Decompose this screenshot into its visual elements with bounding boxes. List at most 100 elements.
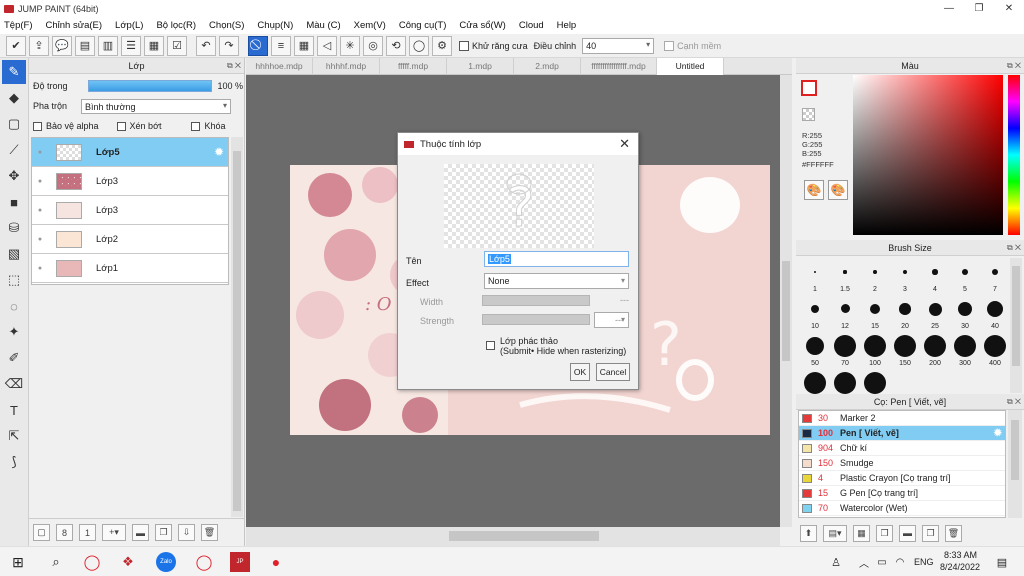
- layer-scrollbar[interactable]: [231, 137, 243, 517]
- fill-rect-tool-icon[interactable]: ■: [2, 190, 26, 214]
- operation-tool-icon[interactable]: ⇱: [2, 424, 26, 448]
- menu-edit[interactable]: Chỉnh sửa(E): [46, 20, 103, 31]
- menu-filter[interactable]: Bộ lọc(R): [156, 20, 196, 31]
- merge-icon[interactable]: ⇩: [178, 524, 195, 541]
- no-ruler-icon[interactable]: ⃠: [248, 35, 268, 56]
- brush-folder-icon[interactable]: ▬: [899, 524, 916, 542]
- perspective-icon[interactable]: ◁: [317, 35, 337, 56]
- layer-row[interactable]: ● Lớp3: [32, 167, 228, 196]
- saturation-value-picker[interactable]: [853, 75, 1003, 235]
- chevron-up-icon[interactable]: ︿: [854, 552, 874, 572]
- concentric-icon[interactable]: ◎: [363, 35, 383, 56]
- brush-settings-icon[interactable]: ▦: [853, 524, 870, 542]
- brush-size-cell[interactable]: 1.5: [830, 258, 860, 295]
- brush-menu-icon[interactable]: ▤▾: [823, 524, 847, 542]
- brush-copy-icon[interactable]: ❐: [876, 524, 893, 542]
- brush-size-cell[interactable]: 12: [830, 295, 860, 332]
- effect-select[interactable]: None: [484, 273, 629, 289]
- menu-cloud[interactable]: Cloud: [519, 20, 544, 31]
- foreground-color-swatch[interactable]: [801, 80, 817, 96]
- pen-tool-icon[interactable]: ✎: [2, 60, 26, 84]
- visibility-icon[interactable]: ●: [34, 236, 46, 243]
- menu-tools[interactable]: Công cụ(T): [399, 20, 447, 31]
- width-slider[interactable]: [482, 295, 590, 306]
- tray-app-icon[interactable]: ▭: [872, 552, 892, 572]
- hue-slider[interactable]: [1008, 75, 1020, 235]
- ellipse-ruler-icon[interactable]: ◯: [409, 35, 429, 56]
- menu-select[interactable]: Chọn(S): [209, 20, 244, 31]
- bucket-tool-icon[interactable]: ⛁: [2, 216, 26, 240]
- brush-preset-item[interactable]: 904 Chữ kí: [799, 441, 1005, 456]
- adjust-dropdown[interactable]: 40: [582, 37, 655, 54]
- brush-duplicate-icon[interactable]: ❐: [922, 524, 939, 542]
- select-pen-icon[interactable]: ✐: [2, 346, 26, 370]
- move-tool-icon[interactable]: ✥: [2, 164, 26, 188]
- new-layer-1bit-icon[interactable]: 1: [79, 524, 96, 541]
- layer-row[interactable]: ● Lớp3: [32, 196, 228, 225]
- transparent-swatch[interactable]: [802, 108, 815, 121]
- layer-row[interactable]: ● Lớp5 ✹: [32, 138, 228, 167]
- soft-edge-checkbox[interactable]: [664, 40, 675, 51]
- clock-date[interactable]: 8/24/2022: [940, 562, 980, 572]
- people-icon[interactable]: ♙: [826, 552, 846, 572]
- brush-size-cell[interactable]: 300: [950, 332, 980, 369]
- visibility-icon[interactable]: ●: [34, 178, 46, 185]
- brush-size-cell[interactable]: 150: [890, 332, 920, 369]
- antialias-checkbox[interactable]: [459, 40, 469, 51]
- brush-size-cell[interactable]: 20: [890, 295, 920, 332]
- duplicate-icon[interactable]: ❐: [155, 524, 172, 541]
- palette-edit-icon[interactable]: 🎨: [828, 180, 848, 200]
- cancel-button[interactable]: Cancel: [596, 363, 630, 381]
- tab-document[interactable]: hhhhoe.mdp: [246, 58, 313, 75]
- opacity-slider[interactable]: [87, 80, 212, 92]
- close-icon[interactable]: ✕: [619, 136, 630, 152]
- visibility-icon[interactable]: ●: [34, 149, 46, 156]
- menu-color[interactable]: Màu (C): [306, 20, 340, 31]
- new-layer-icon[interactable]: ▢: [33, 524, 50, 541]
- curve-ruler-icon[interactable]: ⟲: [386, 35, 406, 56]
- menu-layer[interactable]: Lớp(L): [115, 20, 143, 31]
- language-indicator[interactable]: ENG: [914, 557, 934, 567]
- radial-icon[interactable]: ✳: [340, 35, 360, 56]
- strength-value-box[interactable]: ---: [594, 312, 629, 328]
- lasso-tool-icon[interactable]: ◌: [2, 294, 26, 318]
- gear-icon[interactable]: ✹: [214, 145, 224, 159]
- wifi-icon[interactable]: ◠: [890, 552, 910, 572]
- brush-preset-item[interactable]: 100 Pen [ Viết, vẽ] ✹: [799, 426, 1005, 441]
- blend-mode-select[interactable]: Bình thường: [81, 98, 232, 114]
- brush-preset-item[interactable]: 70 Watercolor (Wet): [799, 501, 1005, 516]
- visibility-icon[interactable]: ●: [34, 265, 46, 272]
- maximize-button[interactable]: ❐: [964, 0, 994, 17]
- sketch-layer-checkbox[interactable]: [486, 341, 495, 350]
- brush-size-cell[interactable]: 2: [860, 258, 890, 295]
- layer-name-input[interactable]: Lớp5: [484, 251, 629, 267]
- panel-float-icon[interactable]: ⧉ ✕: [1007, 58, 1021, 74]
- jump-paint-taskbar-icon[interactable]: JP: [230, 552, 250, 572]
- menu-file[interactable]: Tệp(F): [4, 20, 33, 31]
- eraser-tool-icon[interactable]: ◆: [2, 86, 26, 110]
- brush-size-cell[interactable]: 400: [980, 332, 1010, 369]
- brush-size-cell[interactable]: 15: [860, 295, 890, 332]
- strength-slider[interactable]: [482, 314, 590, 325]
- text-tool-icon[interactable]: T: [2, 398, 26, 422]
- tab-document[interactable]: 2.mdp: [514, 58, 581, 75]
- check-icon[interactable]: ✔: [6, 35, 26, 56]
- brush-size-cell[interactable]: 4: [920, 258, 950, 295]
- layer-row[interactable]: ● Lớp2: [32, 225, 228, 254]
- comment-icon[interactable]: ▤: [75, 35, 95, 56]
- brush-preset-item[interactable]: 15 G Pen [Cọ trang trí]: [799, 486, 1005, 501]
- brush-size-cell[interactable]: 200: [920, 332, 950, 369]
- canvas-vertical-scrollbar[interactable]: [780, 75, 792, 527]
- tab-document[interactable]: 1.mdp: [447, 58, 514, 75]
- folder-icon[interactable]: ▬: [132, 524, 149, 541]
- gear-icon[interactable]: ✹: [994, 428, 1002, 439]
- clip-checkbox[interactable]: [116, 121, 126, 131]
- page-icon[interactable]: ▥: [98, 35, 118, 56]
- brush-preset-item[interactable]: 150 Smudge: [799, 456, 1005, 471]
- minimize-button[interactable]: —: [934, 0, 964, 17]
- brush-size-cell[interactable]: 3: [890, 258, 920, 295]
- brush-size-cell[interactable]: 70: [830, 332, 860, 369]
- settings-icon[interactable]: ⚙: [432, 35, 452, 56]
- brush-preset-item[interactable]: 30 Marker 2: [799, 411, 1005, 426]
- rect-tool-icon[interactable]: ▢: [2, 112, 26, 136]
